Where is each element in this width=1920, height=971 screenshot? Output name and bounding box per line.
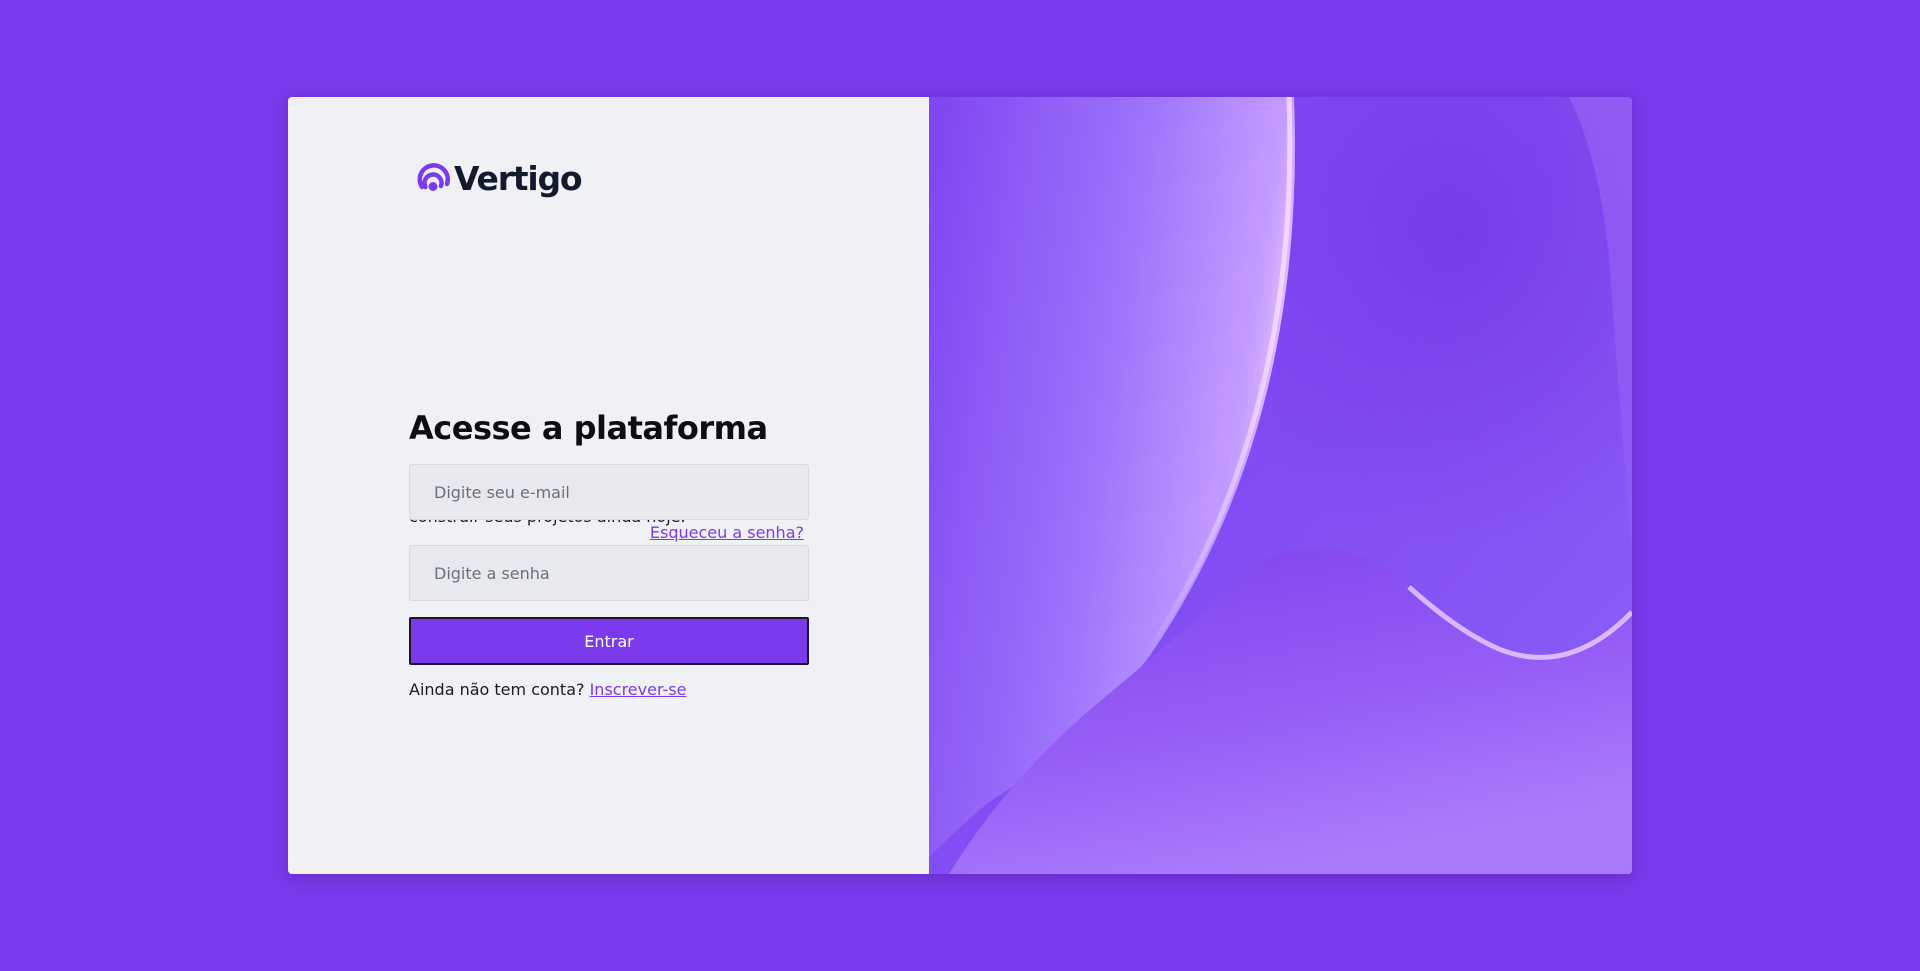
- abstract-waves-image: [929, 97, 1632, 874]
- page-title: Acesse a plataforma: [409, 409, 768, 447]
- password-field[interactable]: [409, 545, 809, 601]
- login-button[interactable]: Entrar: [409, 617, 809, 665]
- login-card: Vertigo Acesse a plataforma Faça login o…: [288, 97, 1632, 874]
- brand-name: Vertigo: [454, 158, 583, 198]
- concentric-arcs-icon: [417, 163, 450, 191]
- email-field[interactable]: [409, 464, 809, 520]
- signup-prompt: Ainda não tem conta? Inscrever-se: [409, 680, 686, 699]
- signup-link[interactable]: Inscrever-se: [590, 680, 687, 699]
- forgot-password-link[interactable]: Esqueceu a senha?: [650, 523, 804, 542]
- hero-illustration: [929, 97, 1632, 874]
- brand-logo[interactable]: Vertigo: [414, 157, 583, 199]
- login-panel: Vertigo Acesse a plataforma Faça login o…: [288, 97, 929, 874]
- signup-prompt-text: Ainda não tem conta?: [409, 680, 585, 699]
